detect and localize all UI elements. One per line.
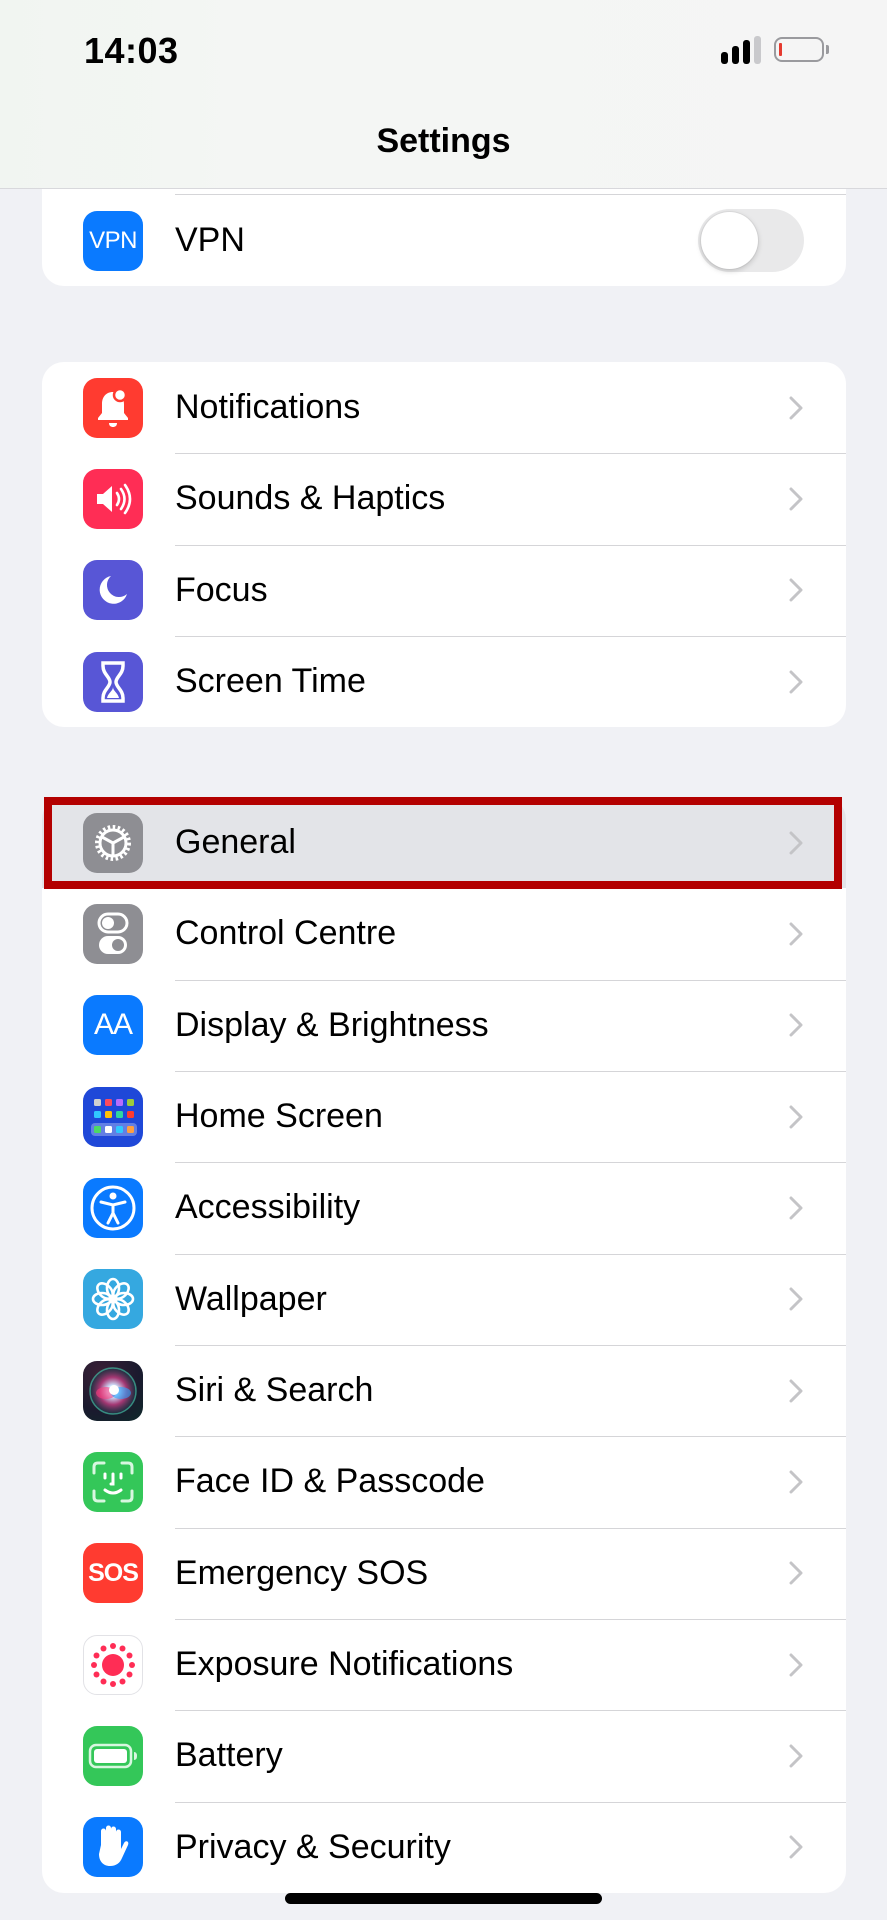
settings-row-label: General: [175, 823, 296, 862]
settings-row-label: Emergency SOS: [175, 1553, 429, 1592]
moon-icon: [83, 560, 143, 621]
text-size-icon: AA: [83, 995, 143, 1056]
sos-icon: SOS: [83, 1543, 143, 1604]
row-separator: [175, 979, 846, 981]
page-title: Settings: [376, 122, 511, 160]
switches-icon: [83, 903, 143, 964]
vpn-icon: VPN: [83, 210, 143, 271]
notifications-bell-icon: [83, 377, 143, 438]
hand-icon: [83, 1817, 143, 1878]
chevron-right-icon: [789, 1835, 803, 1859]
status-time: 14:03: [84, 30, 179, 71]
home-indicator[interactable]: [285, 1893, 602, 1904]
settings-row-focus[interactable]: Focus: [42, 544, 846, 636]
settings-row-display-brightness[interactable]: AA Display & Brightness: [42, 979, 846, 1071]
chevron-right-icon: [789, 1013, 803, 1037]
settings-row-control-centre[interactable]: Control Centre: [42, 888, 846, 979]
row-separator: [175, 1436, 846, 1438]
settings-row-label: Notifications: [175, 388, 361, 427]
settings-row-wallpaper[interactable]: Wallpaper: [42, 1253, 846, 1345]
row-separator: [175, 1253, 846, 1255]
siri-orb-icon: [83, 1360, 143, 1421]
chevron-right-icon: [789, 396, 803, 420]
settings-row-label: Screen Time: [175, 662, 366, 701]
face-id-icon: [83, 1451, 143, 1512]
settings-group-notifications: Notifications Sounds & Haptics Focus Scr…: [42, 362, 846, 728]
exposure-sun-icon: [83, 1634, 143, 1695]
settings-row-home-screen[interactable]: Home Screen: [42, 1070, 846, 1162]
settings-row-general[interactable]: General: [42, 797, 846, 889]
gear-icon: [83, 812, 143, 873]
settings-row-label: Accessibility: [175, 1188, 361, 1227]
chevron-right-icon: [789, 1196, 803, 1220]
battery-cap: [826, 45, 829, 54]
settings-row-siri-search[interactable]: Siri & Search: [42, 1344, 846, 1436]
chevron-right-icon: [789, 1561, 803, 1585]
settings-row-label: Focus: [175, 570, 268, 609]
row-separator: [175, 1801, 846, 1803]
settings-row-label: VPN: [175, 221, 245, 260]
settings-row-accessibility[interactable]: Accessibility: [42, 1162, 846, 1253]
settings-row-label: Battery: [175, 1736, 283, 1775]
settings-row-vpn[interactable]: VPN VPN: [42, 195, 846, 286]
chevron-right-icon: [789, 1470, 803, 1494]
settings-row-label: Wallpaper: [175, 1279, 327, 1318]
chevron-right-icon: [789, 487, 803, 511]
row-separator: [175, 1710, 846, 1712]
chevron-right-icon: [789, 1379, 803, 1403]
settings-row-screen-time[interactable]: Screen Time: [42, 635, 846, 727]
row-separator: [175, 544, 846, 546]
row-separator: [175, 1162, 846, 1164]
app-grid-icon: [83, 1086, 143, 1147]
settings-row-label: Siri & Search: [175, 1371, 374, 1410]
row-separator: [175, 1344, 846, 1346]
navigation-header: 14:03 Settings: [0, 0, 887, 189]
hourglass-icon: [83, 651, 143, 712]
chevron-right-icon: [789, 1287, 803, 1311]
settings-row-label: Sounds & Haptics: [175, 479, 446, 518]
battery-status-icon: [774, 37, 824, 62]
chevron-right-icon: [789, 922, 803, 946]
chevron-right-icon: [789, 1744, 803, 1768]
settings-row-label: Display & Brightness: [175, 1005, 489, 1044]
settings-row-label: Face ID & Passcode: [175, 1462, 485, 1501]
vpn-toggle[interactable]: [698, 208, 804, 272]
chevron-right-icon: [789, 1105, 803, 1129]
cellular-signal-icon: [721, 36, 763, 64]
battery-icon: [83, 1725, 143, 1786]
chevron-right-icon: [789, 1653, 803, 1677]
row-separator: [175, 1618, 846, 1620]
settings-row-label: Control Centre: [175, 914, 397, 953]
row-separator: [175, 453, 846, 455]
settings-row-exposure-notifications[interactable]: Exposure Notifications: [42, 1618, 846, 1710]
settings-row-face-id-passcode[interactable]: Face ID & Passcode: [42, 1436, 846, 1527]
chevron-right-icon: [789, 578, 803, 602]
settings-row-sounds-haptics[interactable]: Sounds & Haptics: [42, 453, 846, 544]
speaker-icon: [83, 468, 143, 529]
chevron-right-icon: [789, 670, 803, 694]
flower-icon: [83, 1269, 143, 1330]
settings-row-label: Privacy & Security: [175, 1827, 451, 1866]
row-separator: [175, 635, 846, 637]
row-separator: [175, 1527, 846, 1529]
settings-row-notifications[interactable]: Notifications: [42, 362, 846, 453]
settings-row-label: Home Screen: [175, 1097, 383, 1136]
chevron-right-icon: [789, 831, 803, 855]
row-separator: [175, 1070, 846, 1072]
settings-group-general: General Control Centre AA Display & Brig…: [42, 797, 846, 1893]
accessibility-person-icon: [83, 1177, 143, 1238]
settings-row-label: Exposure Notifications: [175, 1645, 514, 1684]
settings-row-battery[interactable]: Battery: [42, 1710, 846, 1801]
settings-row-privacy-security[interactable]: Privacy & Security: [42, 1801, 846, 1893]
settings-row-emergency-sos[interactable]: SOS Emergency SOS: [42, 1527, 846, 1619]
